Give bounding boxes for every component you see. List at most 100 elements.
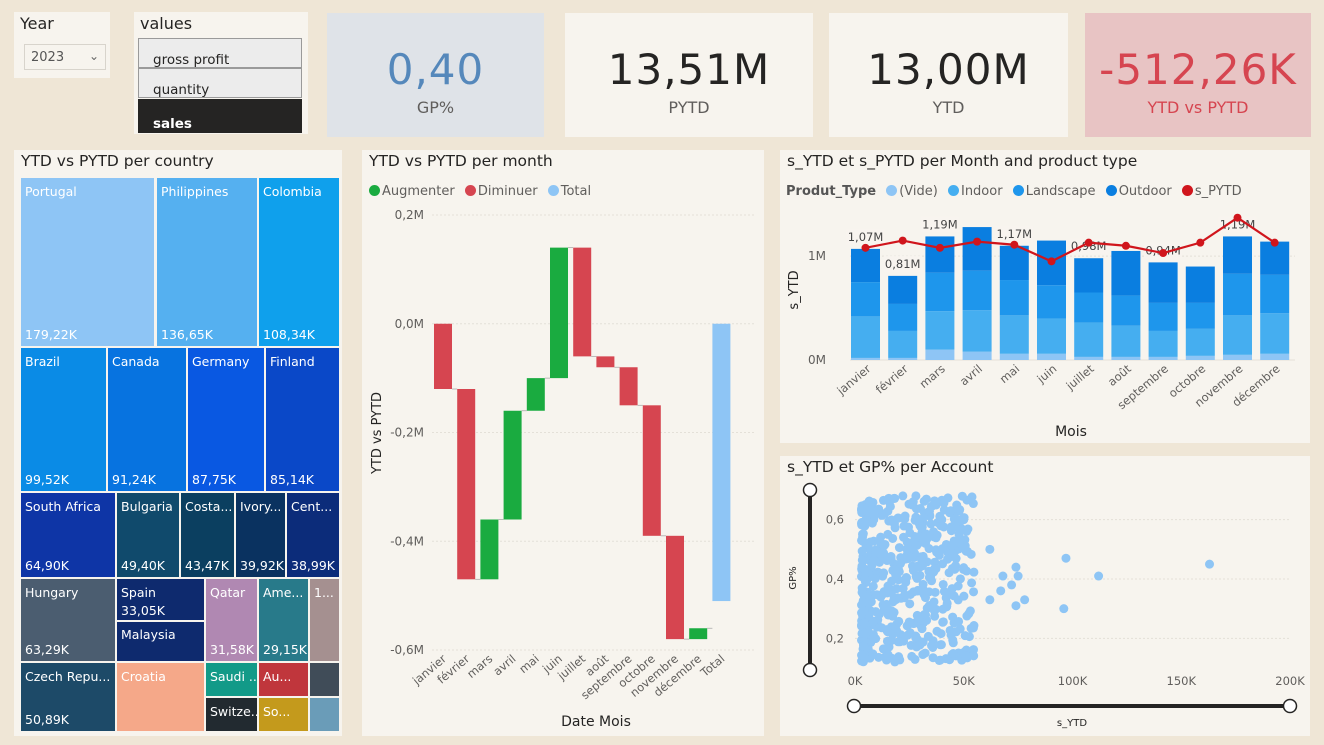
combo-bar-segment[interactable] xyxy=(1148,262,1178,303)
scatter-point[interactable] xyxy=(969,651,979,661)
scatter-point[interactable] xyxy=(905,589,915,599)
waterfall-bar[interactable] xyxy=(480,519,499,580)
scatter-point[interactable] xyxy=(938,617,948,627)
waterfall-bar[interactable] xyxy=(619,367,638,406)
scatter-point[interactable] xyxy=(872,547,882,557)
treemap-cell[interactable]: Germany 87,75K xyxy=(187,347,265,492)
x-range-slider-handle[interactable] xyxy=(1282,698,1298,714)
combo-bar-segment[interactable] xyxy=(1037,353,1066,360)
combo-bar-segment[interactable] xyxy=(1037,318,1066,354)
s-pytd-marker[interactable] xyxy=(1233,213,1242,222)
scatter-point[interactable] xyxy=(857,535,867,545)
treemap-cell[interactable]: Ivory... 39,92K xyxy=(235,492,286,578)
scatter-point[interactable] xyxy=(916,523,926,533)
scatter-point[interactable] xyxy=(892,584,902,594)
scatter-point[interactable] xyxy=(882,556,892,566)
treemap-cell[interactable]: Malaysia xyxy=(116,621,205,662)
scatter-point[interactable] xyxy=(1059,604,1069,614)
treemap-cell[interactable]: Croatia xyxy=(116,662,205,732)
treemap-cell[interactable] xyxy=(309,697,340,732)
scatter-point[interactable] xyxy=(917,624,927,634)
waterfall-bar[interactable] xyxy=(712,323,731,602)
s-pytd-marker[interactable] xyxy=(1084,238,1093,247)
scatter-point[interactable] xyxy=(898,491,908,501)
scatter-point[interactable] xyxy=(967,578,977,588)
combo-bar-segment[interactable] xyxy=(1223,273,1252,316)
scatter-point[interactable] xyxy=(858,556,868,566)
combo-bar-segment[interactable] xyxy=(1074,322,1104,357)
scatter-point[interactable] xyxy=(932,547,942,557)
combo-bar-segment[interactable] xyxy=(1185,355,1215,360)
scatter-point[interactable] xyxy=(888,533,898,543)
scatter-point[interactable] xyxy=(884,493,894,503)
waterfall-bar[interactable] xyxy=(434,323,452,389)
treemap-cell[interactable]: Finland 85,14K xyxy=(265,347,340,492)
scatter-point[interactable] xyxy=(966,623,976,633)
combo-bar-segment[interactable] xyxy=(962,351,992,360)
treemap-cell[interactable]: Bulgaria 49,40K xyxy=(116,492,180,578)
s-pytd-marker[interactable] xyxy=(1121,241,1130,250)
values-option-gross-profit[interactable]: gross profit xyxy=(138,38,302,68)
waterfall-bar[interactable] xyxy=(596,356,615,368)
scatter-point[interactable] xyxy=(860,629,870,639)
combo-bar-segment[interactable] xyxy=(851,357,880,360)
scatter-point[interactable] xyxy=(932,626,942,636)
scatter-point[interactable] xyxy=(924,572,934,582)
combo-bar-segment[interactable] xyxy=(1260,353,1290,360)
scatter-point[interactable] xyxy=(885,501,895,511)
treemap-cell[interactable]: Au... xyxy=(258,662,309,697)
scatter-point[interactable] xyxy=(969,587,979,597)
scatter-point[interactable] xyxy=(946,506,956,516)
s-pytd-marker[interactable] xyxy=(1047,257,1056,266)
scatter-point[interactable] xyxy=(947,541,957,551)
treemap-cell[interactable]: Portugal 179,22K xyxy=(20,177,155,347)
scatter-point[interactable] xyxy=(900,514,910,524)
scatter-point[interactable] xyxy=(891,570,901,580)
scatter-point[interactable] xyxy=(1013,571,1023,581)
combo-bar-segment[interactable] xyxy=(1148,356,1178,360)
scatter-point[interactable] xyxy=(912,642,922,652)
scatter-point[interactable] xyxy=(859,618,869,628)
combo-bar-segment[interactable] xyxy=(888,330,918,358)
scatter-point[interactable] xyxy=(911,491,921,501)
combo-bar-segment[interactable] xyxy=(1185,266,1215,303)
combo-bar-segment[interactable] xyxy=(1223,236,1252,274)
combo-bar-segment[interactable] xyxy=(999,245,1029,281)
scatter-point[interactable] xyxy=(926,519,936,529)
combo-bar-segment[interactable] xyxy=(888,275,918,304)
waterfall-bar[interactable] xyxy=(642,405,661,536)
combo-bar-segment[interactable] xyxy=(1223,315,1252,355)
treemap-cell[interactable]: So... xyxy=(258,697,309,732)
combo-bar-segment[interactable] xyxy=(925,236,955,273)
scatter-point[interactable] xyxy=(926,602,936,612)
scatter-point[interactable] xyxy=(868,649,878,659)
combo-bar-segment[interactable] xyxy=(1260,274,1290,314)
values-option-sales[interactable]: sales xyxy=(138,99,302,133)
scatter-point[interactable] xyxy=(1094,571,1104,581)
treemap-cell[interactable]: 1... xyxy=(309,578,340,662)
scatter-point[interactable] xyxy=(942,598,952,608)
scatter-point[interactable] xyxy=(965,606,975,616)
treemap-cell[interactable]: South Africa 64,90K xyxy=(20,492,116,578)
y-range-slider-handle[interactable] xyxy=(802,662,818,678)
scatter-point[interactable] xyxy=(869,555,879,565)
scatter-point[interactable] xyxy=(1205,559,1215,569)
scatter-point[interactable] xyxy=(884,516,894,526)
scatter-point[interactable] xyxy=(930,497,940,507)
treemap-cell[interactable]: Brazil 99,52K xyxy=(20,347,107,492)
scatter-point[interactable] xyxy=(943,554,953,564)
combo-bar-segment[interactable] xyxy=(851,316,880,358)
scatter-point[interactable] xyxy=(955,574,965,584)
year-dropdown[interactable]: 2023 ⌄ xyxy=(24,44,106,70)
combo-bar-segment[interactable] xyxy=(925,311,955,350)
treemap-cell[interactable]: Spain 33,05K xyxy=(116,578,205,621)
waterfall-bar[interactable] xyxy=(689,628,708,640)
scatter-point[interactable] xyxy=(857,650,867,660)
scatter-point[interactable] xyxy=(985,544,995,554)
treemap-cell[interactable]: Czech Repu... 50,89K xyxy=(20,662,116,732)
scatter-point[interactable] xyxy=(868,630,878,640)
treemap-cell[interactable]: Saudi ... xyxy=(205,662,258,697)
combo-bar-segment[interactable] xyxy=(1148,302,1178,331)
treemap-cell[interactable]: Switze... xyxy=(205,697,258,732)
scatter-point[interactable] xyxy=(858,598,868,608)
